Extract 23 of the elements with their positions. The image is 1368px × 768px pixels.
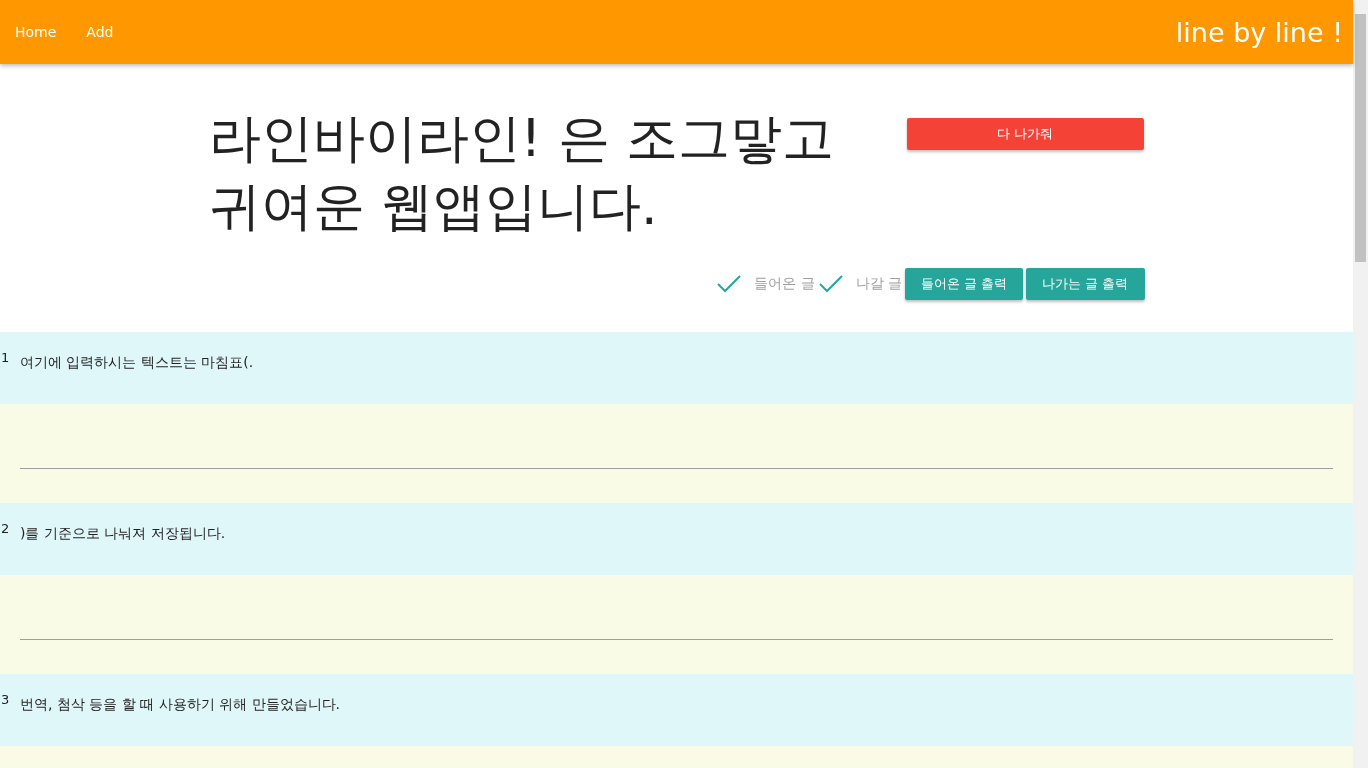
line-number: 2 bbox=[0, 521, 11, 536]
checkbox[interactable]: 들어온 글 bbox=[716, 274, 815, 294]
page-title: 라인바이라인! 은 조그맣고 귀여운 웹앱입니다. bbox=[208, 107, 836, 238]
line-number: 1 bbox=[0, 350, 11, 365]
nav-link[interactable]: Add bbox=[71, 24, 129, 40]
checkbox-label: 들어온 글 bbox=[754, 275, 815, 293]
input-field[interactable] bbox=[0, 575, 1353, 674]
checkbox[interactable]: 나갈 글 bbox=[817, 274, 902, 294]
print-button[interactable]: 들어온 글 출력 bbox=[904, 268, 1024, 300]
nav-link[interactable]: Home bbox=[0, 24, 72, 40]
scrollbar-thumb[interactable] bbox=[1355, 14, 1366, 262]
brand-logo[interactable]: line by line ! bbox=[1175, 16, 1353, 48]
checkmark-icon bbox=[817, 274, 844, 294]
sentence-text: )를 기준으로 나눠져 저장됩니다. bbox=[20, 524, 226, 543]
scrollbar[interactable] bbox=[1353, 0, 1368, 768]
checkbox-label: 나갈 글 bbox=[855, 275, 902, 293]
line-number: 3 bbox=[0, 692, 11, 707]
sentence-text: 여기에 입력하시는 텍스트는 마침표(. bbox=[20, 353, 254, 372]
print-button[interactable]: 나가는 글 출력 bbox=[1026, 268, 1145, 300]
input-field[interactable] bbox=[0, 404, 1353, 503]
sentence-text: 번역, 첨삭 등을 할 때 사용하기 위해 만들었습니다. bbox=[20, 695, 341, 714]
checkmark-icon bbox=[716, 274, 743, 294]
clear-button[interactable]: 다 나가줘 bbox=[906, 118, 1144, 150]
